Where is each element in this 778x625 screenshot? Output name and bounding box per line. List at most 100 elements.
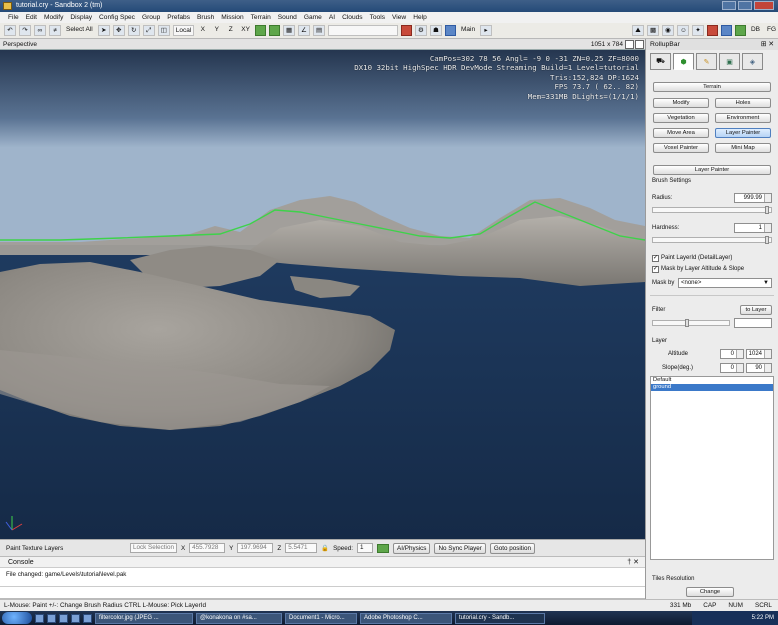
axis-x-button[interactable]: X [197, 25, 208, 36]
hardness-slider[interactable] [652, 236, 772, 244]
menu-group[interactable]: Group [142, 12, 160, 23]
z-coord-field[interactable]: 5.5471 [285, 543, 318, 553]
menu-tools[interactable]: Tools [370, 12, 385, 23]
terrain-button[interactable]: Terrain [653, 82, 771, 92]
texture-icon[interactable]: ▩ [646, 25, 659, 36]
console-close-icon[interactable]: ✕ [633, 559, 639, 566]
menu-terrain[interactable]: Terrain [251, 12, 271, 23]
selection-name-field[interactable] [327, 25, 398, 36]
voxel-painter-button[interactable]: Voxel Painter [653, 143, 709, 153]
terrain-scene[interactable] [0, 50, 645, 539]
menu-brush[interactable]: Brush [197, 12, 214, 23]
clock[interactable]: 5:22 PM [752, 615, 774, 621]
menu-ai[interactable]: AI [329, 12, 335, 23]
angle-snap-icon[interactable]: ∠ [297, 25, 310, 36]
hardness-spinner[interactable] [764, 224, 771, 232]
character-icon[interactable]: ☺ [676, 25, 689, 36]
no-sync-player-button[interactable]: No Sync Player [434, 542, 486, 554]
task-chat[interactable]: @konakona on #sa... [196, 612, 282, 624]
coord-system-dropdown[interactable]: Local [172, 25, 195, 36]
pin-icon[interactable]: † [627, 559, 631, 566]
vegetation-button[interactable]: Vegetation [653, 113, 709, 123]
slope-max-input[interactable]: 90 [746, 363, 772, 373]
layer-painter-button[interactable]: Layer Painter [715, 128, 771, 138]
list-item[interactable]: Default [651, 377, 773, 384]
quicklaunch-folder-icon[interactable] [71, 613, 80, 623]
task-filtercolor[interactable]: filtercolor.jpg (JPEG ... [95, 612, 193, 624]
redo-icon[interactable]: ↷ [19, 25, 31, 36]
select-arrow-icon[interactable]: ➤ [97, 25, 110, 36]
more-toolbar-icon[interactable]: ▸ [480, 25, 493, 36]
scale-icon[interactable]: ⤢ [142, 25, 155, 36]
menu-mission[interactable]: Mission [221, 12, 243, 23]
console-input[interactable] [0, 587, 645, 599]
layer-list[interactable]: Default ground [650, 376, 774, 560]
quicklaunch-explorer-icon[interactable] [59, 613, 68, 623]
axis-z-button[interactable]: Z [225, 25, 236, 36]
filter-color-field[interactable] [734, 318, 772, 328]
menu-view[interactable]: View [392, 12, 406, 23]
unlink-icon[interactable]: ≠ [49, 25, 61, 36]
slope-min-input[interactable]: 0 [720, 363, 744, 373]
perspective-viewport[interactable]: CamPos=302 78 56 Angl= -9 0 -31 ZN=0.25 … [0, 50, 645, 539]
hardness-slider-knob[interactable] [765, 236, 769, 244]
altitude-min-input[interactable]: 0 [720, 349, 744, 359]
task-word[interactable]: Document1 - Micro... [285, 612, 357, 624]
move-icon[interactable]: ✥ [112, 25, 125, 36]
material-icon[interactable]: ◉ [661, 25, 674, 36]
task-sandbox[interactable]: tutorial.cry - Sandb... [455, 612, 545, 624]
axis-xy-button[interactable]: XY [239, 25, 252, 36]
db-label[interactable]: DB [749, 25, 762, 36]
menu-modify[interactable]: Modify [44, 12, 63, 23]
ai-physics-button[interactable]: AI/Physics [393, 542, 431, 554]
change-button[interactable]: Change [686, 587, 734, 597]
start-button[interactable] [2, 612, 32, 624]
menu-game[interactable]: Game [304, 12, 322, 23]
quicklaunch-ie-icon[interactable] [35, 613, 44, 623]
menu-prefabs[interactable]: Prefabs [167, 12, 190, 23]
close-button[interactable] [754, 1, 774, 10]
viewport-options-icon[interactable] [625, 40, 634, 49]
menu-sound[interactable]: Sound [278, 12, 297, 23]
radius-slider-knob[interactable] [765, 206, 769, 214]
lock-selection-button[interactable]: Lock Selection [130, 543, 177, 553]
ai-icon[interactable]: ☗ [429, 25, 442, 36]
speed-field[interactable]: 1 [357, 543, 374, 553]
altitude-max-input[interactable]: 1024 [746, 349, 772, 359]
main-layer-label[interactable]: Main [459, 25, 477, 36]
info-icon[interactable] [720, 25, 732, 36]
lock-icon[interactable]: 🔒 [321, 544, 329, 552]
particle-icon[interactable]: ✦ [691, 25, 704, 36]
menu-clouds[interactable]: Clouds [342, 12, 363, 23]
radius-spinner[interactable] [764, 194, 771, 202]
link-icon[interactable]: ∞ [34, 25, 46, 36]
environment-button[interactable]: Environment [715, 113, 771, 123]
list-item[interactable]: ground [651, 384, 773, 391]
menu-file[interactable]: File [8, 12, 19, 23]
menu-config-spec[interactable]: Config Spec [99, 12, 135, 23]
terrain-snap-icon[interactable] [254, 25, 266, 36]
mask-by-dropdown[interactable]: <none> ▼ [678, 278, 772, 288]
grid-icon[interactable]: ▦ [282, 25, 295, 36]
axis-y-button[interactable]: Y [211, 25, 222, 36]
tab-objects[interactable]: ⛟ [650, 53, 671, 70]
rotate-icon[interactable]: ↻ [127, 25, 140, 36]
minimize-button[interactable] [722, 1, 736, 10]
radius-input[interactable]: 999.99 [734, 193, 772, 203]
tab-display[interactable]: ▣ [719, 53, 740, 70]
tab-terrain[interactable]: ⬢ [673, 53, 694, 70]
altitude-min-spinner[interactable] [736, 350, 743, 358]
quicklaunch-firefox-icon[interactable] [47, 613, 56, 623]
slope-max-spinner[interactable] [764, 364, 771, 372]
main-layer-icon[interactable] [444, 25, 456, 36]
to-layer-button[interactable]: to Layer [740, 305, 772, 315]
mini-map-button[interactable]: Mini Map [715, 143, 771, 153]
grid-snap-icon[interactable] [268, 25, 280, 36]
record-icon[interactable] [706, 25, 718, 36]
holes-button[interactable]: Holes [715, 98, 771, 108]
game-icon[interactable] [734, 25, 746, 36]
goto-position-button[interactable]: Goto position [489, 542, 535, 554]
layer-painter-header[interactable]: Layer Painter [653, 165, 771, 175]
terrain-editor-icon[interactable]: ⛰ [631, 25, 644, 36]
terrain-follow-icon[interactable] [377, 543, 390, 553]
